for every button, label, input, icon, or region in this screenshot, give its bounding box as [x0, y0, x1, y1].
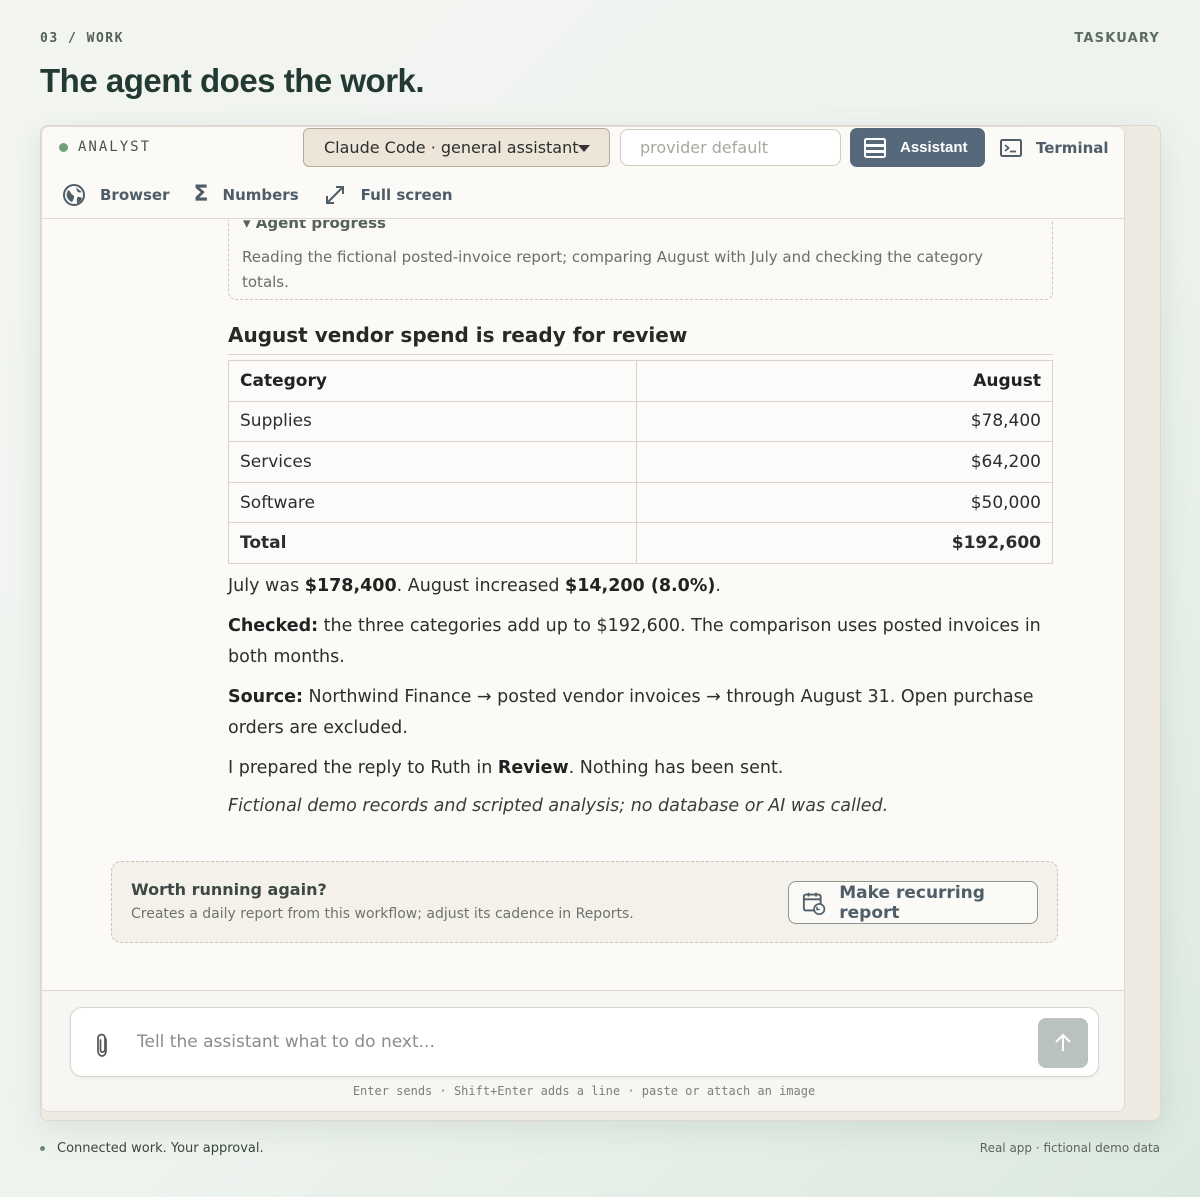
table-cell-amount: $50,000	[635, 481, 1054, 524]
app-frame: ANALYST Claude Code · general assistant …	[40, 125, 1161, 1121]
make-recurring-report-label: Make recurring report	[839, 882, 985, 923]
terminal-icon	[1000, 138, 1022, 157]
section-kicker: 03 / WORK	[40, 31, 124, 46]
composer	[70, 1007, 1099, 1077]
table-cell-amount: $78,400	[635, 400, 1054, 443]
analyst-window: ANALYST Claude Code · general assistant …	[41, 126, 1125, 1112]
agent-progress-toggle[interactable]: ▾ Agent progress	[243, 220, 386, 232]
july-comparison-text: July was $178,400. August increased $14,…	[228, 571, 1058, 602]
text-segment: . Nothing has been sent.	[568, 758, 784, 778]
chevron-down-icon	[578, 145, 590, 152]
table-header-row: Category August	[228, 360, 1054, 402]
numbers-button-label: Numbers	[222, 186, 299, 204]
message-input[interactable]	[137, 1026, 1017, 1058]
table-row: Services $64,200	[228, 441, 1054, 483]
make-recurring-report-button[interactable]: Make recurring report	[788, 881, 1038, 924]
composer-bar: Enter sends · Shift+Enter adds a line · …	[42, 990, 1124, 1111]
text-segment: . August increased	[396, 576, 566, 596]
brand-logo: TASKUARY	[1074, 31, 1160, 46]
fullscreen-button-label: Full screen	[360, 186, 453, 204]
calendar-repeat-icon	[802, 892, 826, 915]
panel-label-text: ANALYST	[78, 139, 152, 155]
assistant-panel-icon	[864, 137, 886, 158]
review-link[interactable]: Review	[498, 758, 569, 778]
fullscreen-button[interactable]: Full screen	[323, 183, 453, 207]
page-title: The agent does the work.	[40, 62, 425, 99]
source-text: Source: Northwind Finance → posted vendo…	[228, 682, 1058, 744]
source-label: Source:	[228, 687, 303, 707]
table-total-amount: $192,600	[635, 522, 1054, 564]
source-body: Northwind Finance → posted vendor invoic…	[228, 687, 1034, 738]
table-row: Software $50,000	[228, 481, 1054, 524]
checked-text: Checked: the three categories add up to …	[228, 611, 1058, 673]
table-header-category: Category	[228, 360, 637, 402]
table-cell-category: Software	[228, 481, 637, 524]
agent-progress-panel[interactable]: ▾ Agent progress Reading the fictional p…	[228, 220, 1053, 300]
footer-note: Real app · fictional demo data	[979, 1141, 1160, 1155]
browser-button[interactable]: Browser	[62, 183, 170, 207]
tool-row: Browser Σ Numbers Full screen	[62, 183, 477, 207]
terminal-button-label: Terminal	[1036, 138, 1109, 157]
table-row: Supplies $78,400	[228, 400, 1054, 443]
checked-label: Checked:	[228, 616, 319, 636]
globe-icon	[63, 184, 85, 206]
report-title: August vendor spend is ready for review	[228, 323, 1053, 355]
recurring-subtitle: Creates a daily report from this workflo…	[131, 906, 634, 922]
status-dot-icon	[59, 142, 68, 152]
text-segment: I prepared the reply to Ruth in	[228, 758, 498, 778]
table-total-label: Total	[228, 522, 637, 564]
agent-select-value: Claude Code · general assistant	[324, 138, 579, 157]
review-text: I prepared the reply to Ruth in Review. …	[228, 753, 1058, 784]
toolbar: ANALYST Claude Code · general assistant …	[42, 127, 1124, 219]
assistant-button-label: Assistant	[900, 139, 968, 156]
text-segment: July was	[228, 576, 305, 596]
expand-icon	[325, 186, 344, 204]
provider-input[interactable]	[620, 129, 841, 166]
agent-select[interactable]: Claude Code · general assistant	[303, 128, 610, 167]
panel-label: ANALYST	[59, 139, 151, 155]
table-total-row: Total $192,600	[228, 522, 1054, 564]
disclaimer-text: Fictional demo records and scripted anal…	[228, 796, 889, 816]
text-segment: .	[715, 576, 721, 596]
july-total: $178,400	[304, 576, 397, 596]
checked-body: the three categories add up to $192,600.…	[228, 616, 1041, 667]
table-cell-amount: $64,200	[635, 441, 1054, 483]
footer-tagline-text: Connected work. Your approval.	[57, 1141, 264, 1156]
numbers-button[interactable]: Σ Numbers	[194, 184, 299, 206]
increase-amount: $14,200 (8.0%)	[565, 576, 716, 596]
agent-progress-text: Reading the fictional posted-invoice rep…	[242, 248, 983, 291]
assistant-button[interactable]: Assistant	[850, 128, 985, 167]
paperclip-icon[interactable]	[93, 1032, 113, 1058]
terminal-button[interactable]: Terminal	[1000, 128, 1109, 167]
table-header-august: August	[635, 360, 1054, 402]
table-cell-category: Services	[228, 441, 637, 483]
recurring-report-card: Worth running again? Creates a daily rep…	[111, 861, 1058, 943]
table-cell-category: Supplies	[228, 400, 637, 443]
recurring-title: Worth running again?	[131, 880, 327, 899]
browser-button-label: Browser	[100, 186, 170, 204]
bullet-icon	[40, 1146, 45, 1151]
composer-hint: Enter sends · Shift+Enter adds a line · …	[352, 1084, 816, 1098]
sigma-icon: Σ	[193, 182, 209, 207]
arrow-up-icon	[1055, 1033, 1071, 1051]
footer-tagline: Connected work. Your approval.	[40, 1141, 264, 1156]
conversation-area[interactable]: ▾ Agent progress Reading the fictional p…	[42, 220, 1124, 990]
spend-table: Category August Supplies $78,400 Service…	[228, 360, 1054, 564]
send-button[interactable]	[1038, 1018, 1088, 1068]
